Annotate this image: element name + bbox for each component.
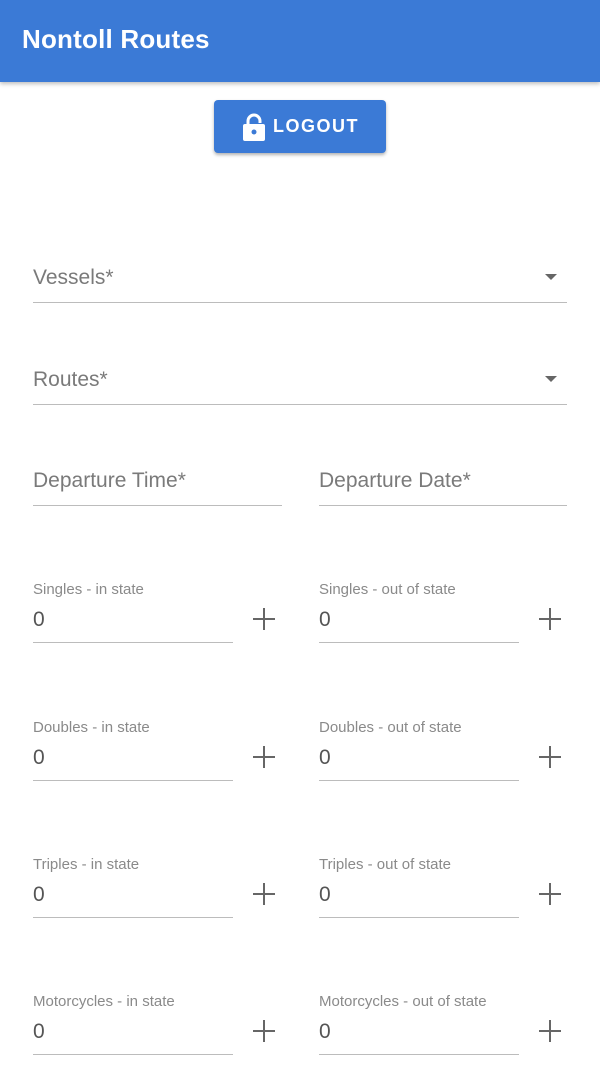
plus-icon[interactable] (250, 880, 278, 908)
doubles-in-state-label: Doubles - in state (33, 719, 150, 736)
doubles-out-of-state-value: 0 (319, 746, 331, 769)
departure-time-label: Departure Time* (33, 469, 186, 492)
routes-select[interactable]: Routes* (33, 364, 567, 405)
triples-in-state-input[interactable]: 0 (33, 877, 233, 918)
logout-button[interactable]: LOGOUT (214, 100, 386, 153)
doubles-out-of-state-input[interactable]: 0 (319, 740, 519, 781)
triples-in-state-value: 0 (33, 883, 45, 906)
departure-time-field[interactable]: Departure Time* (33, 465, 282, 506)
singles-in-state-value: 0 (33, 608, 45, 631)
motorcycles-out-of-state-label: Motorcycles - out of state (319, 993, 487, 1010)
motorcycles-out-of-state-input[interactable]: 0 (319, 1014, 519, 1055)
logout-label: LOGOUT (273, 116, 359, 136)
doubles-out-of-state-label: Doubles - out of state (319, 719, 462, 736)
plus-icon[interactable] (536, 880, 564, 908)
motorcycles-in-state-value: 0 (33, 1020, 45, 1043)
singles-out-of-state-label: Singles - out of state (319, 581, 456, 598)
singles-out-of-state-input[interactable]: 0 (319, 602, 519, 643)
vessels-label: Vessels* (33, 266, 114, 289)
singles-out-of-state-value: 0 (319, 608, 331, 631)
app-title: Nontoll Routes (22, 24, 210, 54)
motorcycles-in-state-input[interactable]: 0 (33, 1014, 233, 1055)
vessels-select[interactable]: Vessels* (33, 262, 567, 303)
triples-out-of-state-value: 0 (319, 883, 331, 906)
routes-label: Routes* (33, 368, 108, 391)
singles-in-state-label: Singles - in state (33, 581, 144, 598)
departure-date-label: Departure Date* (319, 469, 471, 492)
app-bar: Nontoll Routes (0, 0, 600, 82)
doubles-in-state-value: 0 (33, 746, 45, 769)
motorcycles-in-state-label: Motorcycles - in state (33, 993, 175, 1010)
plus-icon[interactable] (536, 743, 564, 771)
chevron-down-icon (545, 274, 557, 280)
chevron-down-icon (545, 376, 557, 382)
departure-date-field[interactable]: Departure Date* (319, 465, 567, 506)
triples-in-state-label: Triples - in state (33, 856, 140, 873)
triples-out-of-state-label: Triples - out of state (319, 856, 451, 873)
plus-icon[interactable] (250, 1017, 278, 1045)
plus-icon[interactable] (536, 605, 564, 633)
motorcycles-out-of-state-value: 0 (319, 1020, 331, 1043)
doubles-in-state-input[interactable]: 0 (33, 740, 233, 781)
triples-out-of-state-input[interactable]: 0 (319, 877, 519, 918)
plus-icon[interactable] (250, 743, 278, 771)
plus-icon[interactable] (250, 605, 278, 633)
plus-icon[interactable] (536, 1017, 564, 1045)
lock-icon (241, 112, 267, 142)
singles-in-state-input[interactable]: 0 (33, 602, 233, 643)
